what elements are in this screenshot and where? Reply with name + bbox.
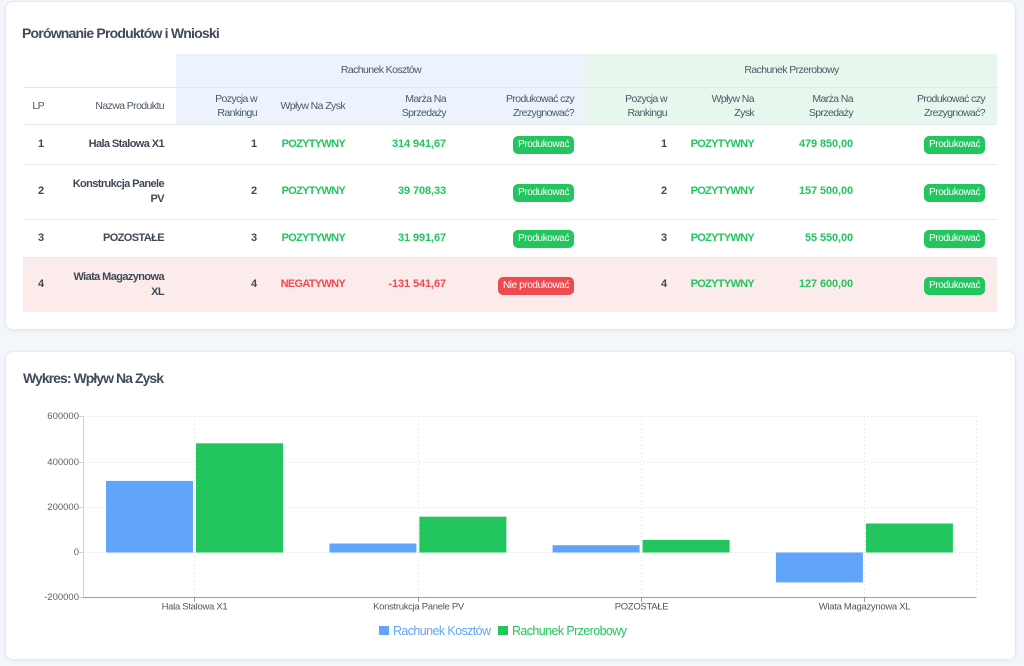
svg-text:POZOSTAŁE: POZOSTAŁE (615, 602, 669, 613)
svg-text:600000: 600000 (47, 411, 79, 422)
svg-text:200000: 200000 (47, 502, 79, 513)
svg-text:Hala Stalowa X1: Hala Stalowa X1 (162, 602, 228, 613)
svg-text:400000: 400000 (47, 457, 79, 468)
svg-text:0: 0 (74, 547, 79, 558)
svg-text:Rachunek Kosztów: Rachunek Kosztów (393, 624, 492, 638)
svg-text:Wiata Magazynowa XL: Wiata Magazynowa XL (819, 602, 910, 613)
svg-text:Rachunek Przerobowy: Rachunek Przerobowy (512, 624, 628, 638)
svg-text:-200000: -200000 (44, 592, 79, 603)
svg-text:Konstrukcja Panele PV: Konstrukcja Panele PV (373, 602, 465, 613)
